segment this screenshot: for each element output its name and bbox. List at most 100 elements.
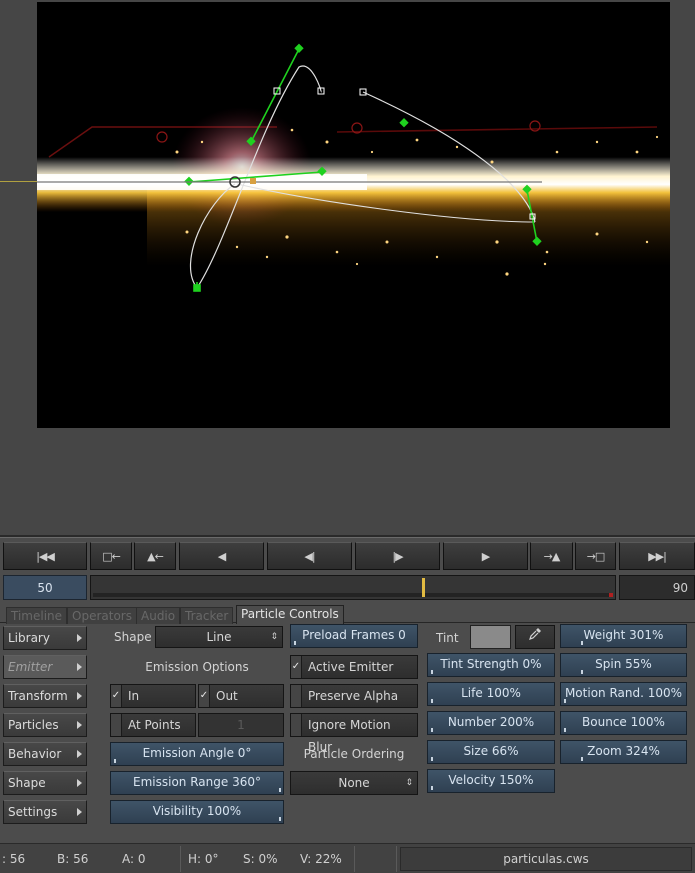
life-slider[interactable]: Life 100%: [427, 682, 555, 706]
sidebar-item-settings[interactable]: Settings: [3, 800, 87, 824]
prev-keyframe-icon: ▲←: [147, 549, 164, 563]
weight-slider[interactable]: Weight 301%: [560, 624, 687, 648]
tab-tracker[interactable]: Tracker: [180, 607, 234, 624]
status-divider: [180, 846, 181, 872]
mark-in-button[interactable]: □←: [90, 542, 132, 570]
slider-tick: [279, 817, 281, 821]
step-forward-button[interactable]: |▶: [355, 542, 440, 570]
preview-canvas[interactable]: [37, 2, 670, 428]
scrubber-track: [93, 593, 613, 597]
bounce-slider[interactable]: Bounce 100%: [560, 711, 687, 735]
sidebar-item-shape[interactable]: Shape: [3, 771, 87, 795]
status-divider: [396, 846, 397, 872]
unchecked-box-icon: [291, 685, 302, 707]
slider-tick: [431, 728, 433, 732]
slider-tick: [564, 699, 566, 703]
status-bar: : 56 B: 56 A: 0 H: 0° S: 0% V: 22% parti…: [0, 843, 695, 873]
active-emitter-checkbox[interactable]: ✓ Active Emitter: [290, 655, 418, 679]
weight-label: Weight 301%: [583, 628, 664, 642]
tab-timeline[interactable]: Timeline: [6, 607, 68, 624]
particle-ordering-value: None: [338, 776, 370, 790]
go-to-start-button[interactable]: |◀◀: [3, 542, 87, 570]
at-points-checkbox[interactable]: At Points: [110, 713, 196, 737]
slider-tick: [114, 759, 116, 763]
preload-frames-label: Preload Frames 0: [302, 628, 406, 642]
spin-slider[interactable]: Spin 55%: [560, 653, 687, 677]
step-back-button[interactable]: ◀|: [267, 542, 352, 570]
slider-tick: [294, 641, 296, 645]
zoom-label: Zoom 324%: [587, 744, 660, 758]
tint-strength-slider[interactable]: Tint Strength 0%: [427, 653, 555, 677]
updown-arrow-icon: ⇕: [405, 778, 413, 788]
divider: [0, 535, 695, 538]
go-to-end-button[interactable]: ▶▶|: [619, 542, 695, 570]
mark-out-button[interactable]: →□: [575, 542, 616, 570]
sidebar-item-particles[interactable]: Particles: [3, 713, 87, 737]
play-button[interactable]: ▶: [443, 542, 528, 570]
tab-operators[interactable]: Operators: [67, 607, 137, 624]
sidebar-item-label: Emitter: [8, 660, 53, 674]
next-keyframe-button[interactable]: →▲: [530, 542, 573, 570]
particle-ordering-select[interactable]: None ⇕: [290, 771, 418, 795]
status-filename: particulas.cws: [400, 847, 692, 871]
particle-ordering-heading: Particle Ordering: [303, 747, 405, 761]
emission-range-label: Emission Range 360°: [133, 775, 261, 789]
tint-color-swatch[interactable]: [470, 625, 511, 649]
status-red: : 56: [2, 852, 26, 866]
motion-rand-slider[interactable]: Motion Rand. 100%: [560, 682, 687, 706]
preload-frames-slider[interactable]: Preload Frames 0: [290, 624, 418, 648]
sidebar-item-emitter[interactable]: Emitter: [3, 655, 87, 679]
slider-tick: [564, 728, 566, 732]
slider-tick: [279, 788, 281, 792]
sidebar-item-transform[interactable]: Transform: [3, 684, 87, 708]
prev-keyframe-button[interactable]: ▲←: [134, 542, 176, 570]
ignore-motion-blur-checkbox[interactable]: Ignore Motion Blur: [290, 713, 418, 754]
status-divider: [354, 846, 355, 872]
next-keyframe-icon: →▲: [543, 549, 561, 563]
sidebar-item-library[interactable]: Library: [3, 626, 87, 650]
active-emitter-label: Active Emitter: [308, 660, 394, 674]
status-value: V: 22%: [300, 852, 342, 866]
emission-angle-slider[interactable]: Emission Angle 0°: [110, 742, 284, 766]
sidebar-item-label: Library: [8, 631, 50, 645]
chevron-right-icon: [77, 721, 82, 729]
chevron-right-icon: [77, 634, 82, 642]
preserve-alpha-checkbox[interactable]: Preserve Alpha: [290, 684, 418, 708]
in-frame-field[interactable]: 50: [3, 575, 87, 600]
eyedropper-button[interactable]: [515, 625, 555, 649]
tab-particle-controls[interactable]: Particle Controls: [236, 605, 344, 624]
visibility-slider[interactable]: Visibility 100%: [110, 800, 284, 824]
status-alpha: A: 0: [122, 852, 146, 866]
check-icon: ✓: [111, 685, 122, 707]
mark-in-icon: □←: [102, 549, 121, 563]
zoom-slider[interactable]: Zoom 324%: [560, 740, 687, 764]
play-backward-button[interactable]: ◀: [179, 542, 264, 570]
timeline-scrubber[interactable]: [90, 575, 616, 600]
out-checkbox[interactable]: ✓ Out: [198, 684, 284, 708]
sidebar-item-behavior[interactable]: Behavior: [3, 742, 87, 766]
tab-bar: Timeline Operators Audio Tracker Particl…: [0, 604, 695, 624]
bounce-label: Bounce 100%: [582, 715, 665, 729]
particle-controls-panel: Library Emitter Transform Particles Beha…: [0, 624, 695, 842]
at-points-field[interactable]: 1: [198, 713, 284, 737]
shape-select[interactable]: Line ⇕: [155, 626, 283, 648]
viewer-area: [0, 0, 695, 535]
playhead[interactable]: [421, 578, 425, 597]
updown-arrow-icon: ⇕: [270, 632, 278, 642]
emission-range-slider[interactable]: Emission Range 360°: [110, 771, 284, 795]
slider-tick: [581, 641, 583, 645]
horizon-line-left: [0, 181, 37, 182]
in-checkbox[interactable]: ✓ In: [110, 684, 196, 708]
slider-tick: [431, 699, 433, 703]
particle-render: [37, 43, 670, 292]
emission-options-heading: Emission Options: [145, 660, 249, 674]
slider-tick: [431, 786, 433, 790]
size-slider[interactable]: Size 66%: [427, 740, 555, 764]
tab-audio[interactable]: Audio: [136, 607, 181, 624]
out-frame-field[interactable]: 90: [619, 575, 695, 600]
velocity-slider[interactable]: Velocity 150%: [427, 769, 555, 793]
chevron-right-icon: [77, 750, 82, 758]
slider-tick: [431, 757, 433, 761]
sidebar-item-label: Particles: [8, 718, 59, 732]
number-slider[interactable]: Number 200%: [427, 711, 555, 735]
